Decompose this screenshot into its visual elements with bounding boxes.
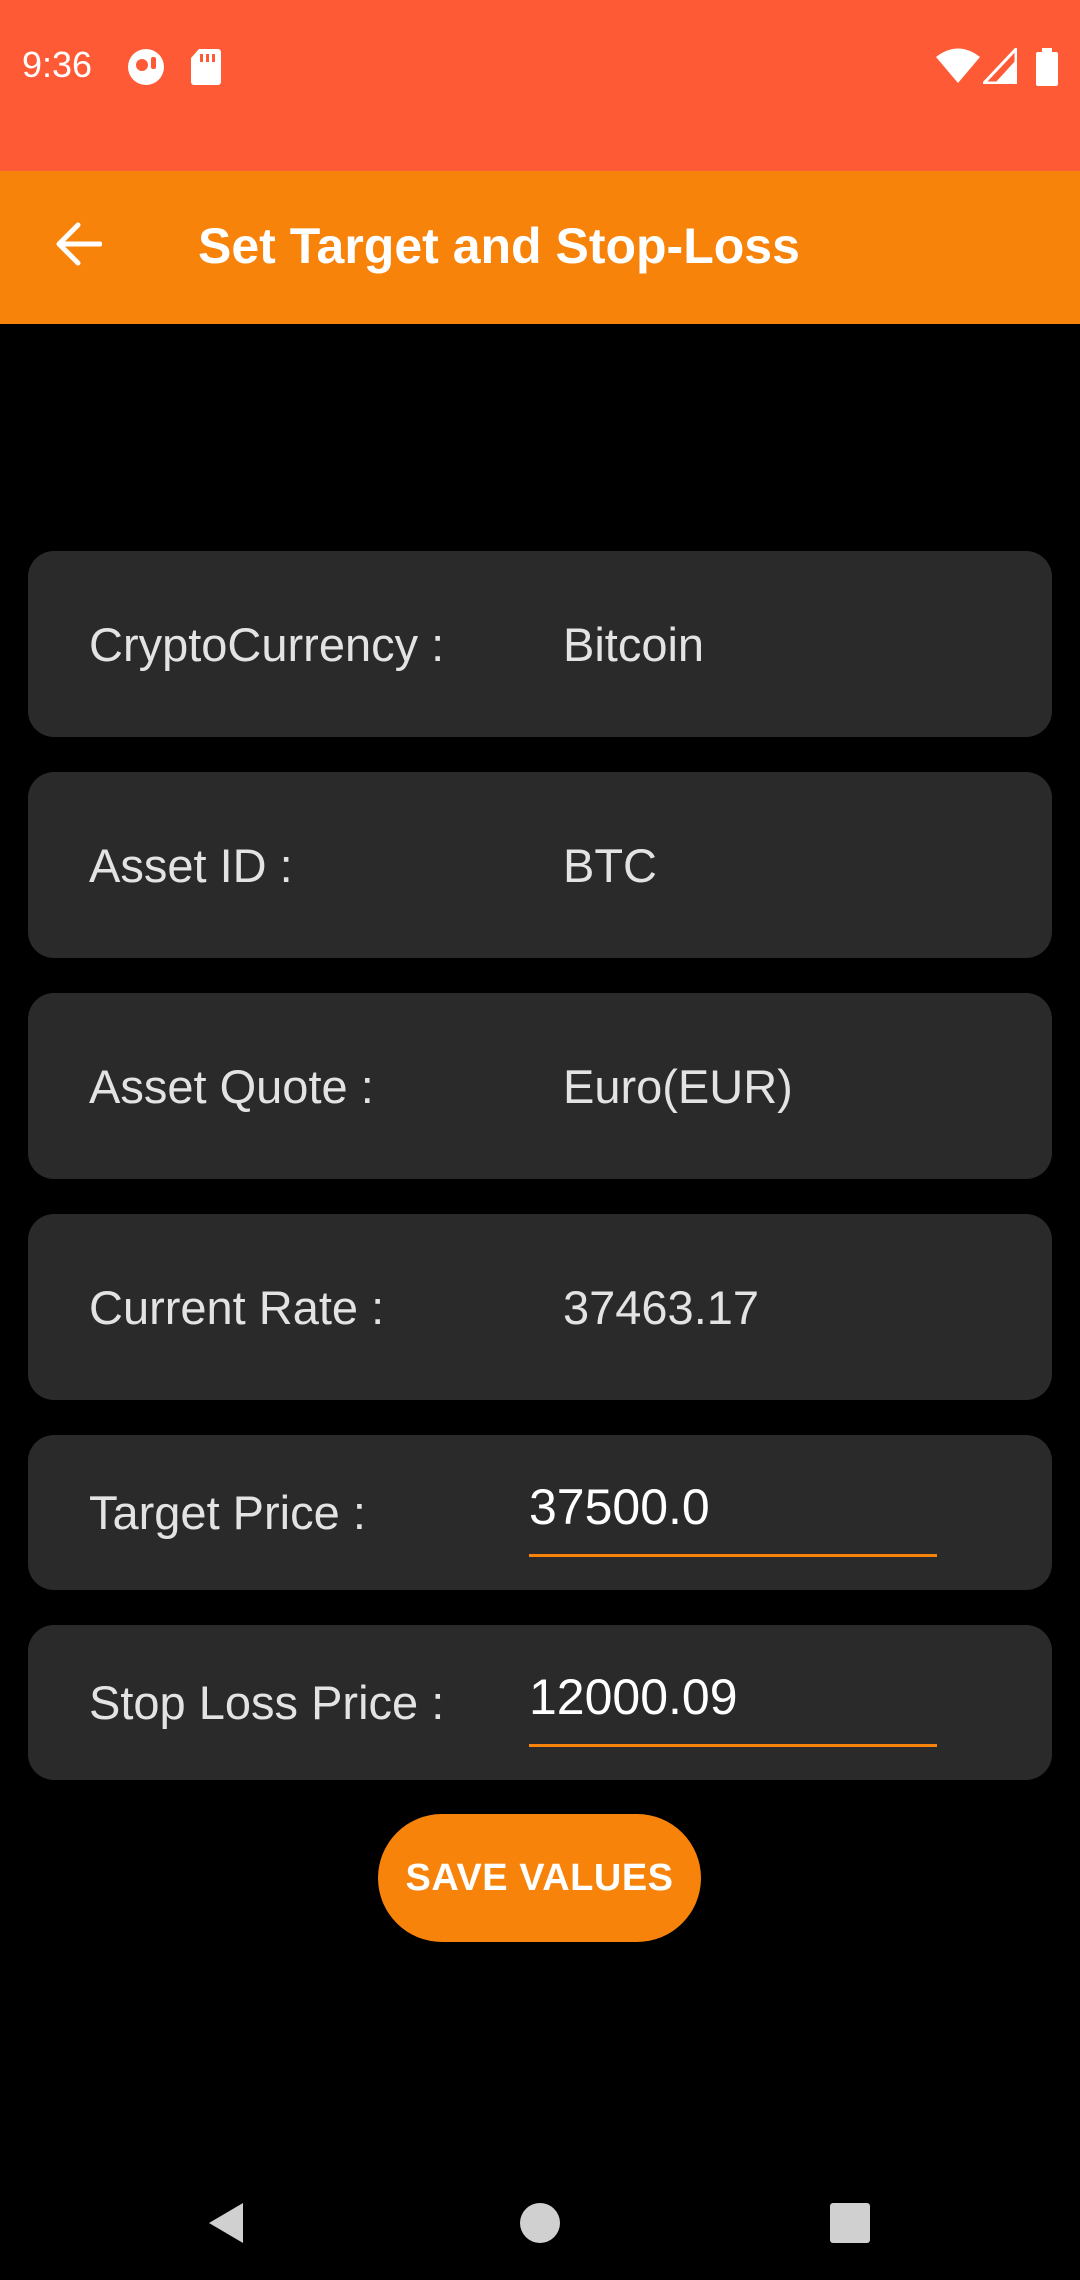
arrow-back-icon	[54, 222, 103, 271]
stop-loss-card: Stop Loss Price :	[28, 1625, 1052, 1780]
back-button[interactable]	[40, 201, 116, 291]
stop-loss-underline	[529, 1744, 937, 1747]
recents-square-icon	[829, 2202, 871, 2249]
crypto-currency-label: CryptoCurrency :	[89, 618, 445, 671]
save-values-button[interactable]: SAVE VALUES	[378, 1814, 701, 1942]
navigation-bar	[0, 2150, 1080, 2280]
asset-quote-value: Euro(EUR)	[563, 1060, 793, 1113]
status-time: 9:36	[22, 44, 93, 85]
target-price-card: Target Price :	[28, 1435, 1052, 1590]
target-price-label: Target Price :	[89, 1486, 366, 1539]
app-bar: Set Target and Stop-Loss	[0, 171, 1080, 324]
stop-loss-field	[529, 1657, 937, 1747]
target-price-input[interactable]	[529, 1467, 937, 1547]
nav-home-button[interactable]	[505, 2190, 575, 2260]
battery-icon	[1036, 48, 1058, 91]
asset-id-card: Asset ID : BTC	[28, 772, 1052, 958]
wifi-icon	[936, 48, 980, 89]
asset-id-value: BTC	[563, 839, 657, 892]
home-circle-icon	[519, 2202, 561, 2249]
stop-loss-label: Stop Loss Price :	[89, 1676, 445, 1729]
target-price-underline	[529, 1554, 937, 1557]
stop-loss-input[interactable]	[529, 1657, 937, 1737]
current-rate-value: 37463.17	[563, 1281, 760, 1334]
sd-card-icon	[190, 48, 222, 91]
target-price-field	[529, 1467, 937, 1557]
asset-id-label: Asset ID :	[89, 839, 293, 892]
page-title: Set Target and Stop-Loss	[198, 218, 800, 274]
status-bar: 9:36	[0, 0, 1080, 171]
back-triangle-icon	[203, 2199, 247, 2252]
nav-back-button[interactable]	[190, 2190, 260, 2260]
current-rate-card: Current Rate : 37463.17	[28, 1214, 1052, 1400]
cell-signal-icon	[980, 45, 1018, 89]
asset-quote-card: Asset Quote : Euro(EUR)	[28, 993, 1052, 1179]
asset-quote-label: Asset Quote :	[89, 1060, 374, 1113]
current-rate-label: Current Rate :	[89, 1281, 385, 1334]
nav-recents-button[interactable]	[815, 2190, 885, 2260]
crypto-currency-value: Bitcoin	[563, 618, 705, 671]
crypto-currency-card: CryptoCurrency : Bitcoin	[28, 551, 1052, 737]
notification-icon	[127, 48, 165, 91]
